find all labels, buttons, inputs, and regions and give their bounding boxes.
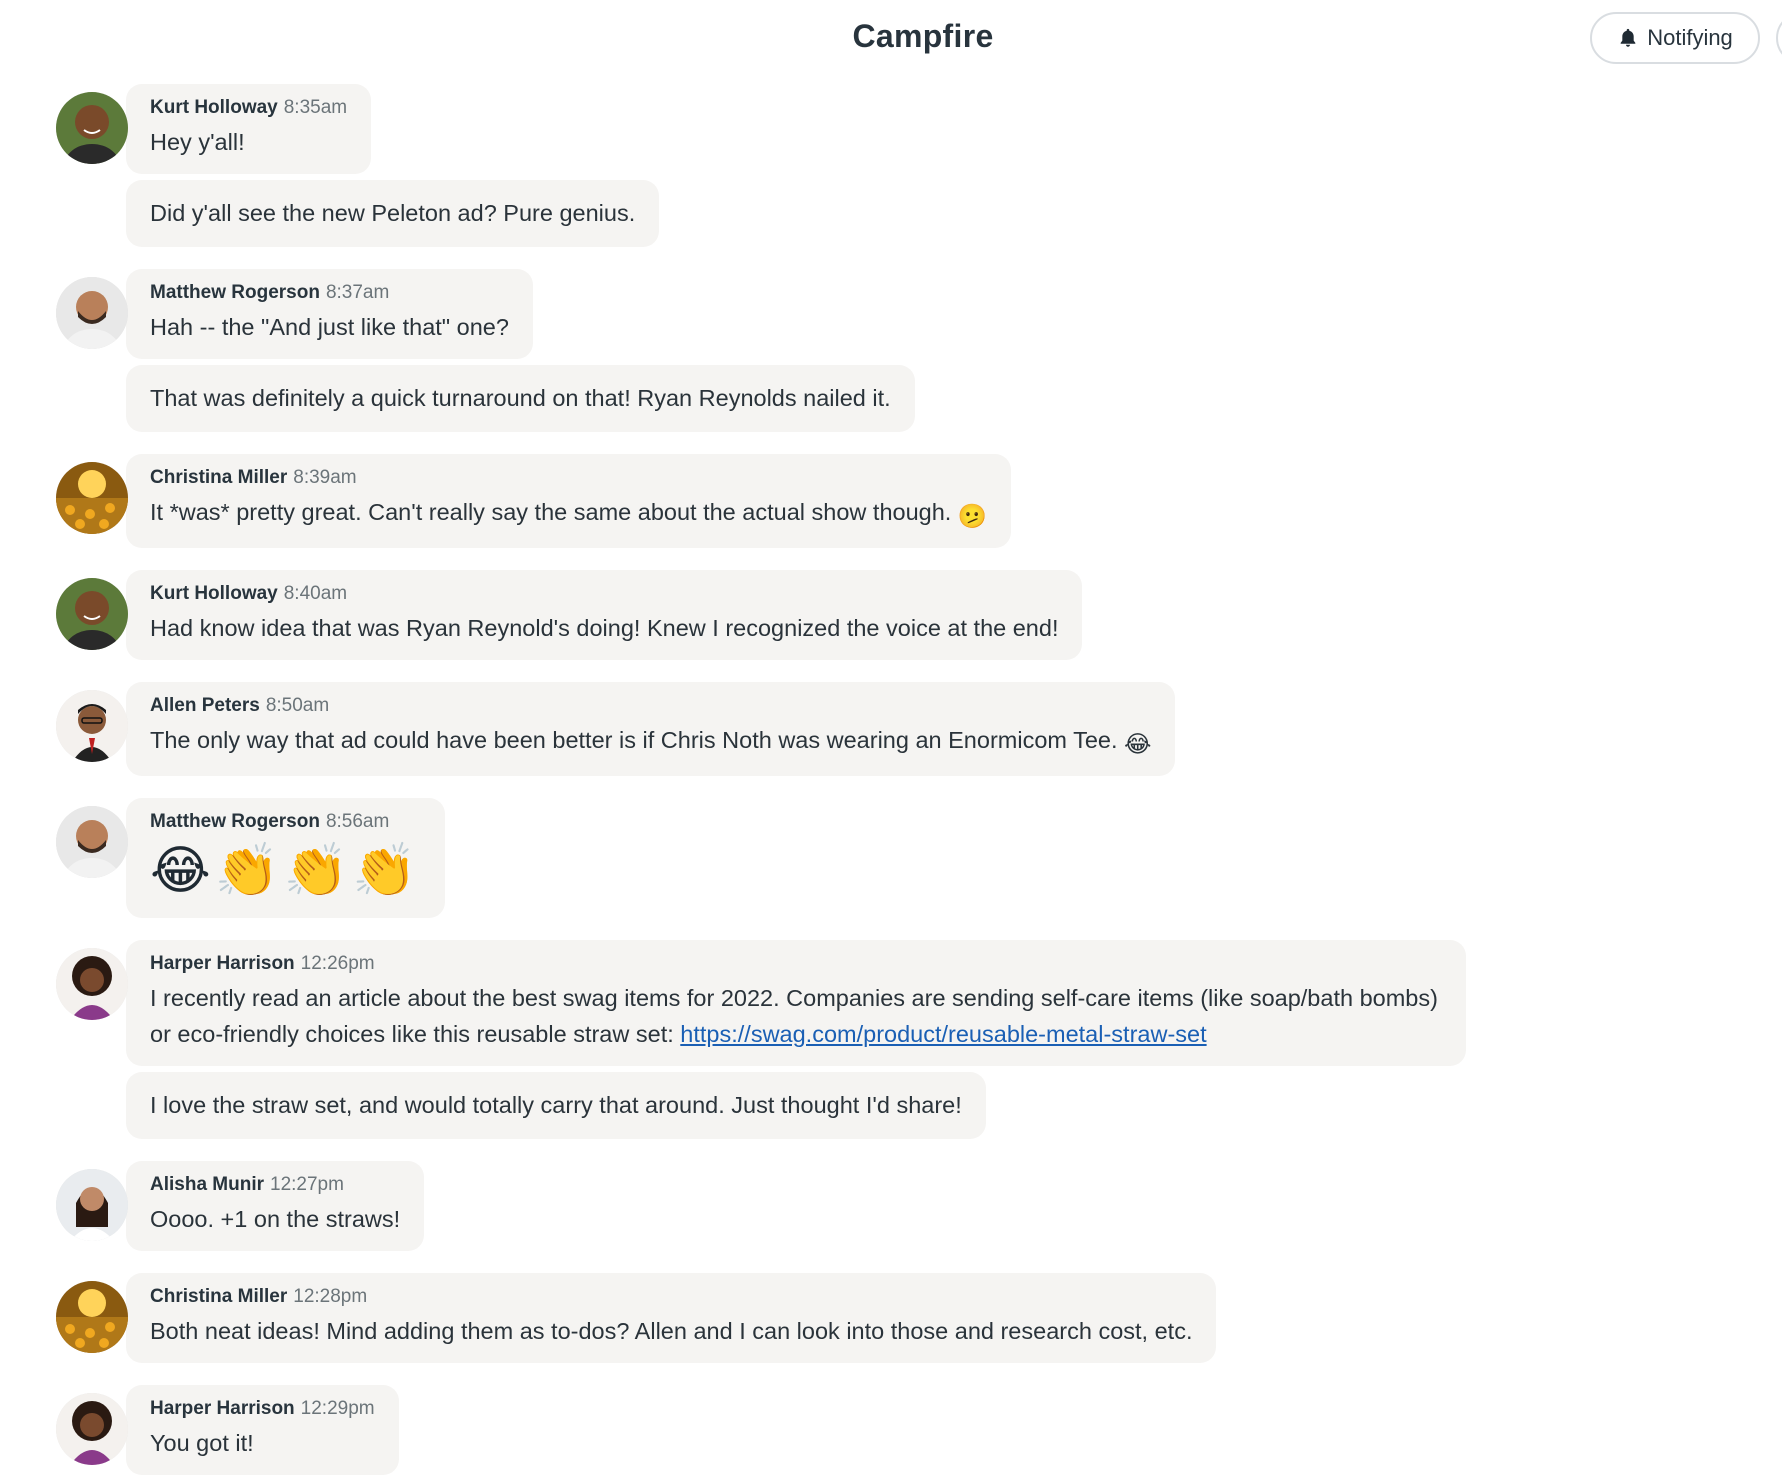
message-bubble[interactable]: Matthew Rogerson 8:56am 😂👏👏👏 [126,798,445,918]
message-bubble[interactable]: Kurt Holloway 8:40am Had know idea that w… [126,570,1083,660]
message-bubble[interactable]: Matthew Rogerson 8:37am Hah -- the "And j… [126,269,533,359]
avatar[interactable] [56,806,128,878]
message-group: Matthew Rogerson 8:56am 😂👏👏👏 [56,798,1756,918]
avatar[interactable] [56,1169,128,1241]
emoji: 😂 [1124,731,1152,757]
page-title: Campfire [852,18,994,54]
message-text: Both neat ideas! Mind adding them as to-… [150,1318,1193,1344]
message-bubble[interactable]: Allen Peters 8:50am The only way that ad … [126,682,1176,776]
message-group: Harper Harrison 12:29pm You got it! [56,1385,1756,1475]
timestamp: 8:39am [293,467,357,488]
author-name[interactable]: Matthew Rogerson [150,811,320,832]
timestamp: 12:29pm [300,1398,375,1419]
message-group: Allen Peters 8:50am The only way that ad … [56,682,1756,776]
avatar[interactable] [56,92,128,164]
avatar[interactable] [56,1393,128,1465]
message-text: You got it! [150,1430,254,1456]
emoji-message: 😂👏👏👏 [150,842,421,900]
author-name[interactable]: Kurt Holloway [150,97,278,118]
notifying-label: Notifying [1647,25,1733,50]
timestamp: 8:56am [325,811,390,832]
message-text: Oooo. +1 on the straws! [150,1206,401,1232]
message-group: Harper Harrison 12:26pm I recently read a… [56,940,1756,1139]
message-text: It *was* pretty great. Can't really say … [150,499,952,525]
timestamp: 12:26pm [300,953,375,974]
avatar[interactable] [56,948,128,1020]
message-bubble[interactable]: That was definitely a quick turnaround o… [126,365,915,432]
message-text: Hah -- the "And just like that" one? [150,314,509,340]
message-bubble[interactable]: Alisha Munir 12:27pm Oooo. +1 on the stra… [126,1161,425,1251]
message-link[interactable]: https://swag.com/product/reusable-metal-… [680,1021,1206,1047]
emoji: 🫤 [957,503,988,529]
message-bubble[interactable]: Kurt Holloway 8:35am Hey y'all! [126,84,372,174]
avatar[interactable] [56,462,128,534]
avatar[interactable] [56,690,128,762]
author-name[interactable]: Christina Miller [150,1286,287,1307]
timestamp: 8:35am [283,97,348,118]
timestamp: 12:28pm [293,1286,368,1307]
avatar[interactable] [56,1281,128,1353]
timestamp: 8:40am [283,583,348,604]
message-group: Matthew Rogerson 8:37am Hah -- the "And j… [56,269,1756,432]
message-bubble[interactable]: Christina Miller 12:28pm Both neat ideas!… [126,1273,1217,1363]
author-name[interactable]: Christina Miller [150,467,287,488]
message-text: Did y'all see the new Peleton ad? Pure g… [150,200,636,226]
message-group: Alisha Munir 12:27pm Oooo. +1 on the stra… [56,1161,1756,1251]
message-bubble[interactable]: Christina Miller 8:39am It *was* pretty g… [126,454,1012,548]
message-text: That was definitely a quick turnaround o… [150,385,891,411]
message-text: The only way that ad could have been bet… [150,727,1118,753]
author-name[interactable]: Matthew Rogerson [150,282,320,303]
author-name[interactable]: Harper Harrison [150,1398,295,1419]
author-name[interactable]: Kurt Holloway [150,583,278,604]
bell-icon [1620,28,1636,47]
message-group: Christina Miller 8:39am It *was* pretty g… [56,454,1756,548]
author-name[interactable]: Alisha Munir [150,1174,264,1195]
message-bubble[interactable]: I love the straw set, and would totally … [126,1072,986,1139]
message-text: Had know idea that was Ryan Reynold's do… [150,615,1059,641]
timestamp: 8:37am [325,282,390,303]
message-text: I love the straw set, and would totally … [150,1092,962,1118]
message-group: Christina Miller 12:28pm Both neat ideas!… [56,1273,1756,1363]
avatar[interactable] [56,578,128,650]
avatar[interactable] [56,277,128,349]
author-name[interactable]: Allen Peters [150,695,260,716]
timestamp: 8:50am [265,695,330,716]
timestamp: 12:27pm [270,1174,344,1195]
message-group: Kurt Holloway 8:35am Hey y'all! Did y'all… [56,84,1756,247]
message-bubble[interactable]: Did y'all see the new Peleton ad? Pure g… [126,180,660,247]
message-text: Hey y'all! [150,129,245,155]
message-group: Kurt Holloway 8:40am Had know idea that w… [56,570,1756,660]
notifying-button[interactable]: Notifying [1590,12,1760,64]
author-name[interactable]: Harper Harrison [150,953,295,974]
message-feed[interactable]: Kurt Holloway 8:35am Hey y'all! Did y'all… [56,84,1756,1475]
message-bubble[interactable]: Harper Harrison 12:26pm I recently read a… [126,940,1466,1066]
top-bar: Campfire Notifying [0,0,1782,78]
message-bubble[interactable]: Harper Harrison 12:29pm You got it! [126,1385,399,1475]
